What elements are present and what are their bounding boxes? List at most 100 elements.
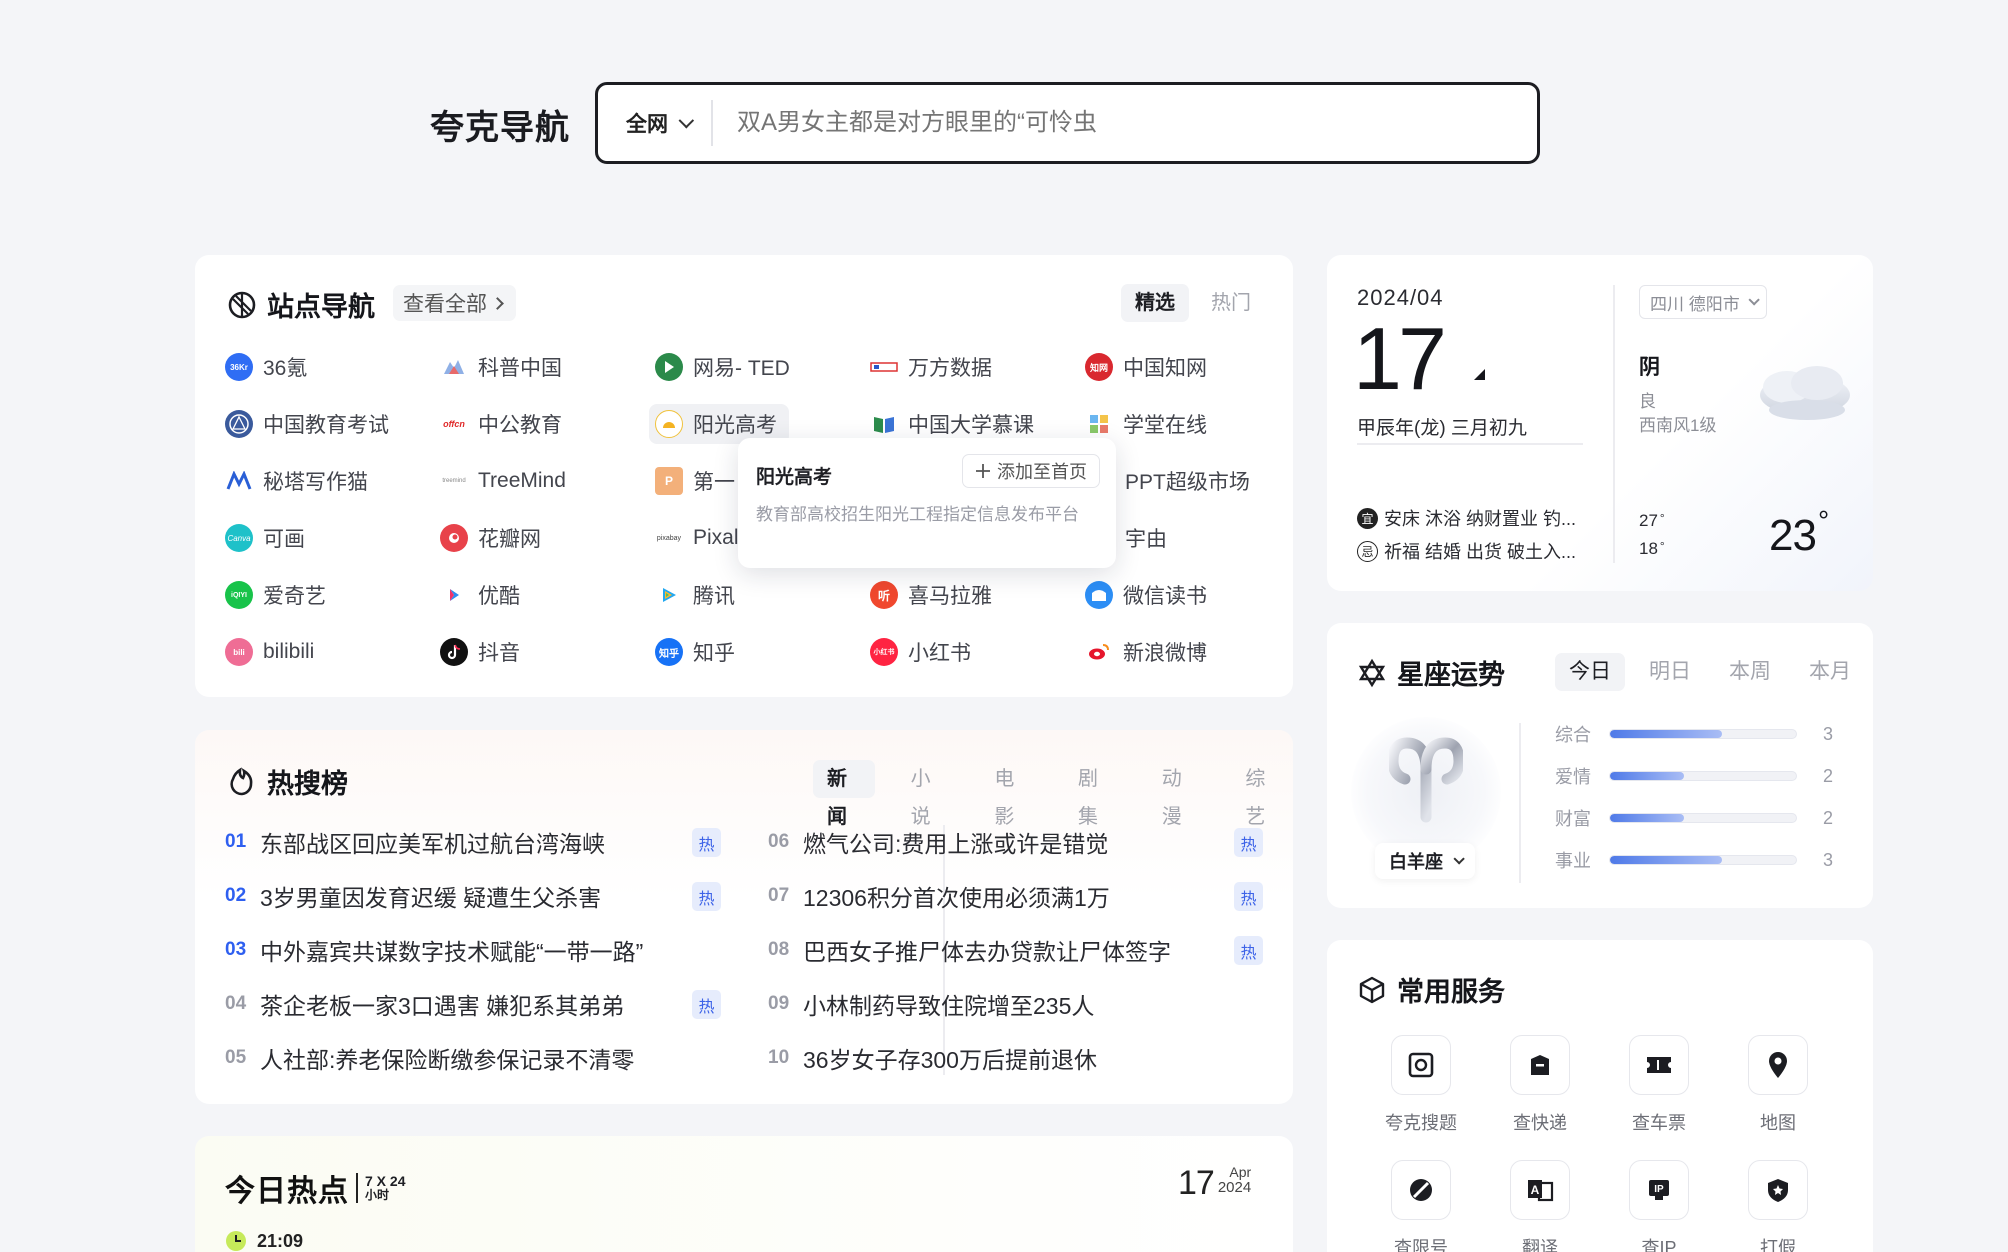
site-youku[interactable]: 优酷	[440, 575, 520, 615]
site-logo[interactable]: 夸克导航	[430, 100, 570, 149]
site-label: 学堂在线	[1123, 414, 1207, 437]
site-nav-title-wrap: 站点导航	[227, 285, 375, 324]
zodiac-sign-label: 白羊座	[1389, 852, 1443, 872]
site-ppt-market[interactable]: PPT超级市场	[1125, 461, 1250, 501]
hot-search-title-wrap: 热搜榜	[227, 762, 348, 801]
xiaohongshu-icon: 小红书	[870, 638, 898, 666]
hot-item-07[interactable]: 07 12306积分首次使用必须满1万	[768, 876, 1110, 916]
fortune-label: 财富	[1555, 809, 1591, 829]
tab-novel[interactable]: 小说	[897, 760, 959, 828]
tab-month[interactable]: 本月	[1795, 653, 1865, 691]
hot-item-02[interactable]: 02 3岁男童因发育迟缓 疑遭生父杀害	[225, 876, 601, 916]
tab-news[interactable]: 新闻	[813, 760, 875, 828]
site-bilibili[interactable]: bili bilibili	[225, 632, 314, 672]
location-select[interactable]: 四川 德阳市	[1639, 285, 1767, 319]
site-wanfang[interactable]: 万方数据	[870, 347, 992, 387]
cube-icon	[1359, 976, 1385, 1003]
view-all-button[interactable]: 查看全部	[393, 285, 516, 321]
tab-today[interactable]: 今日	[1555, 653, 1625, 691]
treemind-icon: treemind	[440, 467, 468, 495]
service-traffic-limit[interactable]: 查限号	[1366, 1160, 1476, 1252]
site-zhihu[interactable]: 知乎 知乎	[655, 632, 735, 672]
site-neea[interactable]: 中国教育考试	[225, 404, 389, 444]
site-weread[interactable]: 微信读书	[1085, 575, 1207, 615]
star-of-david-icon	[1358, 658, 1386, 687]
hot-item-01[interactable]: 01 东部战区回应美军机过航台湾海峡	[225, 822, 605, 862]
rank: 07	[768, 885, 790, 906]
site-offcn[interactable]: offcn 中公教育	[440, 404, 562, 444]
today-hot-first-item[interactable]: 21:09	[225, 1230, 303, 1252]
site-label: 微信读书	[1123, 585, 1207, 608]
tab-drama[interactable]: 剧集	[1064, 760, 1126, 828]
fortune-bar	[1609, 771, 1797, 781]
hot-item-06[interactable]: 06 燃气公司:费用上涨或许是错觉	[768, 822, 1108, 862]
service-anti-fake[interactable]: 打假	[1723, 1160, 1833, 1252]
service-label: 打假	[1760, 1238, 1796, 1252]
hot-item-09[interactable]: 09 小林制药导致住院增至235人	[768, 984, 1094, 1024]
tab-anime[interactable]: 动漫	[1148, 760, 1210, 828]
site-huaban[interactable]: 花瓣网	[440, 518, 541, 558]
pixabay-icon: pixabay	[655, 524, 683, 552]
tab-week[interactable]: 本周	[1715, 653, 1785, 691]
service-ticket[interactable]: 查车票	[1604, 1035, 1714, 1135]
site-label: 腾讯	[693, 585, 735, 608]
hot-text: 燃气公司:费用上涨或许是错觉	[803, 831, 1109, 857]
site-netease-ted[interactable]: 网易- TED	[655, 347, 790, 387]
service-translate[interactable]: A 翻译	[1485, 1160, 1595, 1252]
site-ximalaya[interactable]: 听 喜马拉雅	[870, 575, 992, 615]
site-hover-popup: 阳光高考 添加至首页 教育部高校招生阳光工程指定信息发布平台	[738, 438, 1116, 568]
search-scope-select[interactable]: 全网	[598, 100, 713, 146]
site-weibo[interactable]: 新浪微博	[1085, 632, 1207, 672]
site-yuyou[interactable]: 宇由	[1125, 518, 1167, 558]
site-iqiyi[interactable]: iQIYI 爱奇艺	[225, 575, 326, 615]
hot-item-04[interactable]: 04 茶企老板一家3口遇害 嫌犯系其弟弟	[225, 984, 624, 1024]
offcn-icon: offcn	[440, 410, 468, 438]
service-map[interactable]: 地图	[1723, 1035, 1833, 1135]
tab-variety[interactable]: 综艺	[1231, 760, 1293, 828]
hot-item-08[interactable]: 08 巴西女子推尸体去办贷款让尸体签字	[768, 930, 1171, 970]
hot-text: 36岁女子存300万后提前退休	[803, 1047, 1097, 1073]
site-36kr[interactable]: 36Kr 36氪	[225, 347, 307, 387]
site-xiezuomao[interactable]: 秘塔写作猫	[225, 461, 368, 501]
site-douyin[interactable]: 抖音	[440, 632, 520, 672]
hot-text: 茶企老板一家3口遇害 嫌犯系其弟弟	[260, 993, 625, 1019]
tab-movie[interactable]: 电影	[980, 760, 1042, 828]
today-hot-date: 17 Apr 2024	[1178, 1164, 1251, 1203]
site-label: 优酷	[478, 585, 520, 608]
tab-tomorrow[interactable]: 明日	[1635, 653, 1705, 691]
compass-icon	[228, 291, 256, 318]
service-express[interactable]: 查快递	[1485, 1035, 1595, 1135]
service-tile	[1391, 1160, 1451, 1220]
hot-item-05[interactable]: 05 人社部:养老保险断缴参保记录不清零	[225, 1038, 634, 1078]
zhihu-icon: 知乎	[655, 638, 683, 666]
huaban-icon	[440, 524, 468, 552]
search-input[interactable]	[737, 109, 1497, 137]
site-kepu[interactable]: 科普中国	[440, 347, 562, 387]
site-diyi[interactable]: P 第一	[655, 461, 735, 501]
hot-item-10[interactable]: 10 36岁女子存300万后提前退休	[768, 1038, 1097, 1078]
tab-featured[interactable]: 精选	[1121, 284, 1189, 322]
add-to-home-button[interactable]: 添加至首页	[962, 454, 1100, 488]
service-quark-search-question[interactable]: 夸克搜题	[1366, 1035, 1476, 1135]
site-pixabay[interactable]: pixabay Pixal	[655, 518, 739, 558]
chevron-right-icon	[491, 296, 504, 310]
site-label: PPT超级市场	[1125, 471, 1250, 494]
hot-item-03[interactable]: 03 中外嘉宾共谋数字技术赋能“一带一路”	[225, 930, 643, 970]
site-label: 宇由	[1125, 528, 1167, 551]
badge-top: 7 X 24	[365, 1173, 406, 1189]
ji-row: 忌 祈福 结婚 出货 破土入...	[1357, 538, 1576, 564]
site-tencent-video[interactable]: 腾讯	[655, 575, 735, 615]
hot-tag: 热	[692, 990, 721, 1019]
tab-popular[interactable]: 热门	[1197, 284, 1265, 322]
fortune-bar-fill	[1610, 730, 1722, 738]
site-cnki[interactable]: 知网 中国知网	[1085, 347, 1207, 387]
hot-text: 人社部:养老保险断缴参保记录不清零	[260, 1047, 635, 1073]
zodiac-select[interactable]: 白羊座	[1375, 843, 1475, 879]
site-label: 知乎	[693, 642, 735, 665]
site-label: TreeMind	[478, 469, 566, 492]
site-treemind[interactable]: treemind TreeMind	[440, 461, 566, 501]
site-canva[interactable]: Canva 可画	[225, 518, 305, 558]
site-xiaohongshu[interactable]: 小红书 小红书	[870, 632, 971, 672]
fortune-row-wealth: 财富 2	[1555, 805, 1833, 831]
service-ip-lookup[interactable]: IP 查IP	[1604, 1160, 1714, 1252]
